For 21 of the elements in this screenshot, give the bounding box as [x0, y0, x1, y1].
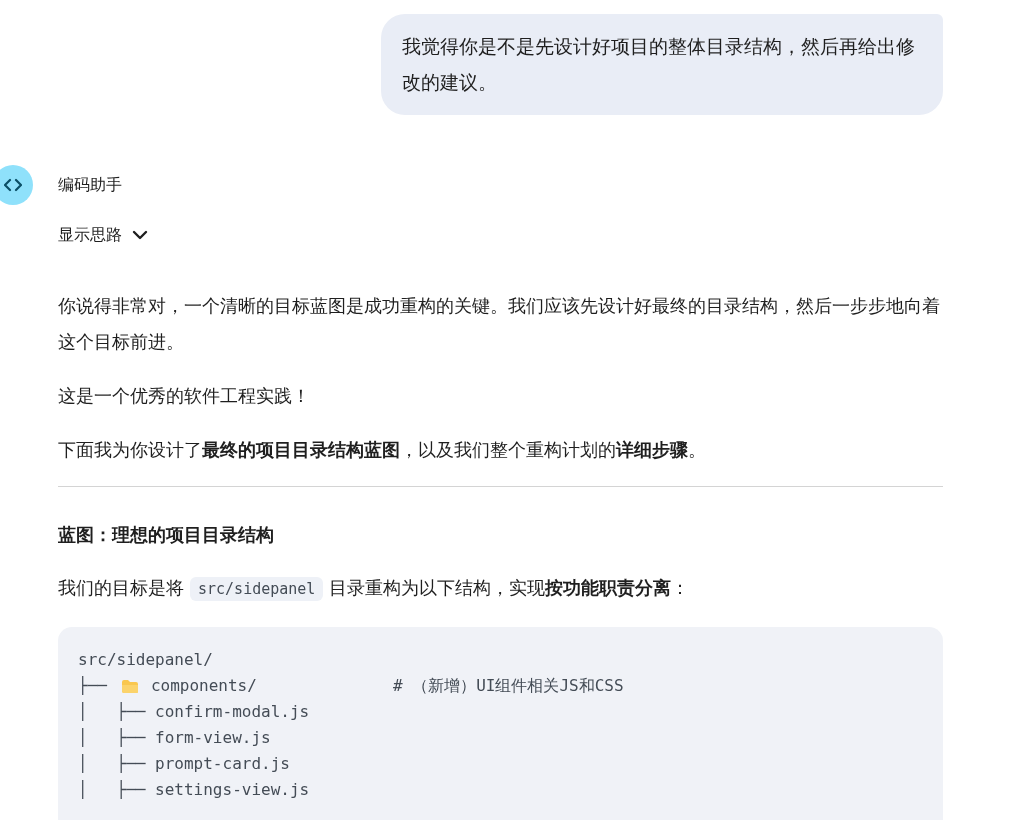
- show-thoughts-toggle[interactable]: 显示思路: [58, 220, 148, 250]
- paragraph: 下面我为你设计了最终的项目目录结构蓝图，以及我们整个重构计划的详细步骤。: [58, 438, 707, 462]
- user-message: 我觉得你是不是先设计好项目的整体目录结构，然后再给出修改的建议。: [381, 14, 943, 115]
- code-line: │ ├── confirm-modal.js: [78, 701, 310, 723]
- code-line: components/: [150, 675, 258, 697]
- code-line: │ ├── form-view.js: [78, 727, 271, 749]
- inline-code: src/sidepanel: [190, 577, 324, 601]
- paragraph: 你说得非常对，一个清晰的目标蓝图是成功重构的关键。我们应该先设计好最终的目录结构，然后一步步地向着这个目标前进。: [58, 294, 941, 354]
- tree-branch: ├──: [78, 675, 107, 697]
- paragraph: 这是一个优秀的软件工程实践！: [58, 384, 311, 408]
- code-line: src/sidepanel/: [78, 649, 213, 671]
- folder-icon: [120, 678, 139, 694]
- code-line: │ ├── prompt-card.js: [78, 753, 290, 775]
- paragraph-text: 目录重构为以下结构，实现按功能职责分离：: [329, 577, 690, 598]
- code-comment: # （新增）UI组件相关JS和CSS: [392, 675, 624, 697]
- chevron-icon: [132, 230, 148, 240]
- code-line: │ ├── settings-view.js: [78, 779, 310, 801]
- code-icon: [4, 178, 22, 192]
- paragraph-text: 我们的目标是将: [58, 577, 184, 598]
- assistant-name: 编码助手: [58, 174, 122, 196]
- section-heading: 蓝图：理想的项目目录结构: [58, 523, 275, 547]
